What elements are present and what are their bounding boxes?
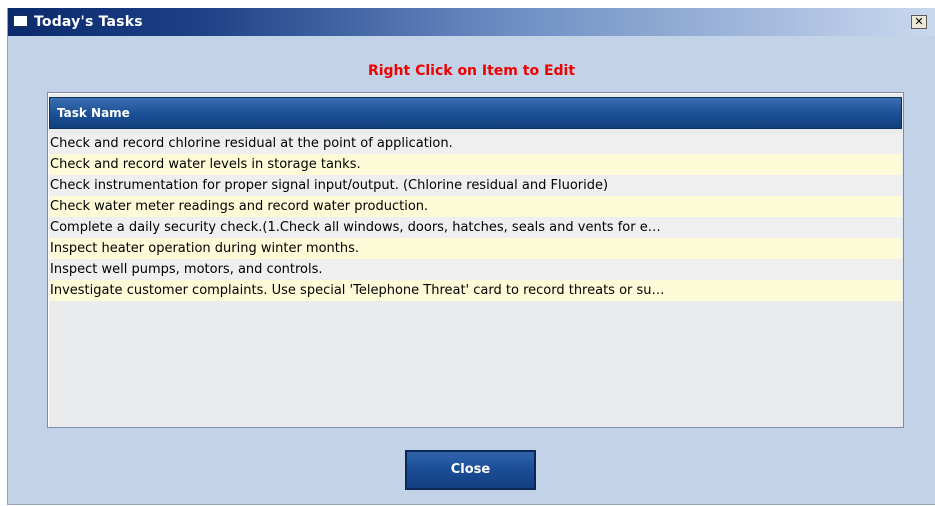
column-header-task-name[interactable]: Task Name bbox=[49, 97, 902, 129]
edit-instruction: Right Click on Item to Edit bbox=[367, 63, 576, 79]
title-bar[interactable]: Today's Tasks ✕ bbox=[8, 8, 935, 36]
close-button[interactable]: Close bbox=[405, 450, 536, 490]
close-icon[interactable]: ✕ bbox=[911, 15, 927, 29]
task-row[interactable]: Check and record chlorine residual at th… bbox=[49, 133, 902, 154]
task-row[interactable]: Complete a daily security check.(1.Check… bbox=[49, 217, 902, 238]
task-row[interactable]: Inspect well pumps, motors, and controls… bbox=[49, 259, 902, 280]
task-list: Check and record chlorine residual at th… bbox=[49, 133, 902, 301]
task-row[interactable]: Check and record water levels in storage… bbox=[49, 154, 902, 175]
task-row[interactable]: Investigate customer complaints. Use spe… bbox=[49, 280, 902, 301]
tasks-dialog: Today's Tasks ✕ Right Click on Item to E… bbox=[7, 8, 935, 505]
task-row[interactable]: Check water meter readings and record wa… bbox=[49, 196, 902, 217]
window-icon bbox=[13, 15, 28, 27]
window-title: Today's Tasks bbox=[34, 14, 143, 30]
task-row[interactable]: Check instrumentation for proper signal … bbox=[49, 175, 902, 196]
column-header-label: Task Name bbox=[57, 106, 130, 120]
task-row[interactable]: Inspect heater operation during winter m… bbox=[49, 238, 902, 259]
task-grid: Task Name Check and record chlorine resi… bbox=[47, 92, 904, 428]
